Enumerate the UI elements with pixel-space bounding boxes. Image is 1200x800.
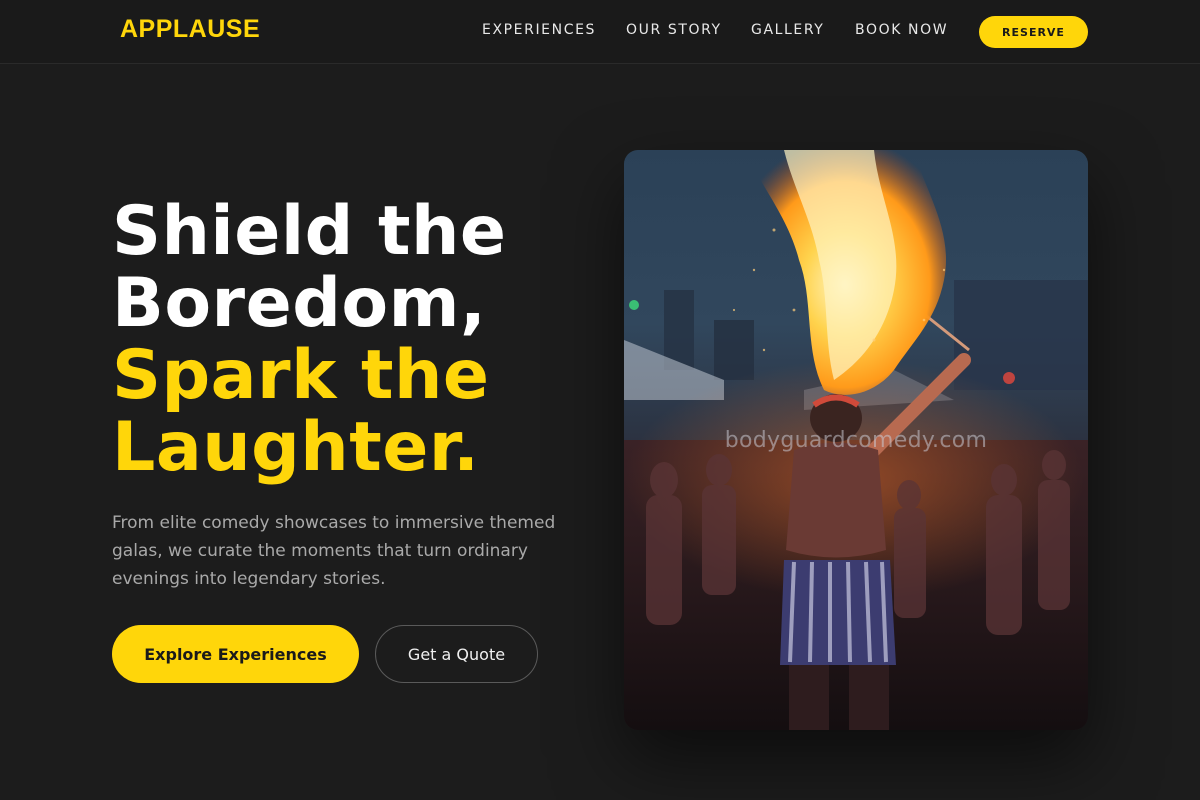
nav-link-book-now[interactable]: BOOK NOW: [855, 22, 948, 38]
image-watermark: bodyguardcomedy.com: [724, 428, 988, 453]
nav-link-gallery[interactable]: GALLERY: [751, 22, 824, 38]
hero-title-line-2: Boredom,: [112, 264, 487, 343]
nav-link-experiences[interactable]: EXPERIENCES: [482, 22, 596, 38]
fire-breather-photo: bodyguardcomedy.com: [624, 150, 1088, 730]
hero-title-line-1: Shield the: [112, 192, 507, 271]
reserve-button[interactable]: RESERVE: [979, 16, 1088, 48]
fire-plume: [744, 150, 947, 395]
hero-title-line-4: Laughter.: [112, 408, 480, 487]
hero-title-line-3: Spark the: [112, 336, 490, 415]
nav-link-our-story[interactable]: OUR STORY: [626, 22, 722, 38]
hero-description: From elite comedy showcases to immersive…: [112, 513, 556, 589]
brand-logo[interactable]: APPLAUSE: [120, 15, 260, 44]
hero-title: Shield the Boredom, Spark the Laughter.: [112, 196, 507, 484]
top-navigation: APPLAUSE EXPERIENCES OUR STORY GALLERY B…: [0, 0, 1200, 64]
explore-experiences-button[interactable]: Explore Experiences: [112, 625, 359, 683]
get-a-quote-button[interactable]: Get a Quote: [375, 625, 538, 683]
